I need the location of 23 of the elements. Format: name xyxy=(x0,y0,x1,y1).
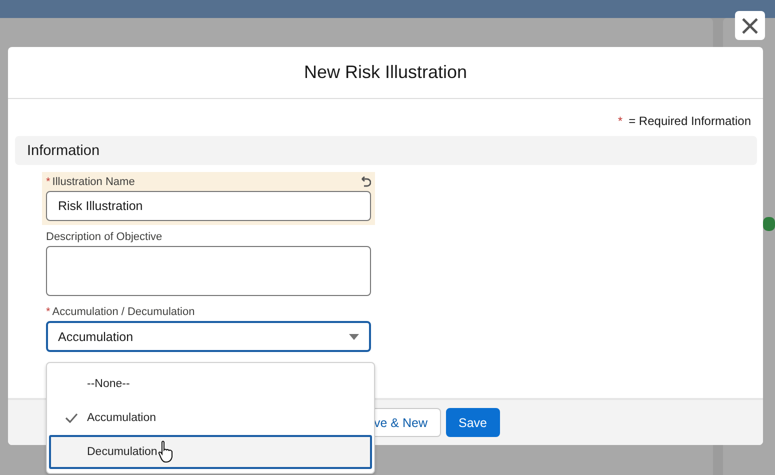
dropdown-arrow-icon xyxy=(349,334,359,340)
dropdown-option[interactable]: Accumulation xyxy=(49,401,372,435)
required-mark: * xyxy=(46,176,50,188)
select-field[interactable]: Accumulation xyxy=(46,321,371,352)
hand-cursor-icon xyxy=(158,440,175,463)
required-mark: * xyxy=(618,114,623,128)
field-label: Description of Objective xyxy=(46,231,162,243)
required-mark: * xyxy=(46,306,50,318)
modal-title: New Risk Illustration xyxy=(304,62,468,83)
field-label: Accumulation / Decumulation xyxy=(52,306,195,318)
required-note: = Required Information xyxy=(628,114,751,128)
text-field[interactable]: Risk Illustration xyxy=(46,191,371,221)
undo-icon[interactable] xyxy=(359,176,371,188)
close-icon xyxy=(742,18,758,34)
dropdown-option[interactable]: Decumulation xyxy=(49,435,372,469)
text-area[interactable] xyxy=(46,246,371,296)
field-label: Illustration Name xyxy=(52,176,135,188)
section-header[interactable]: Information xyxy=(15,136,757,165)
close-button[interactable] xyxy=(735,11,765,40)
check-icon xyxy=(64,413,78,423)
dropdown-option[interactable]: --None-- xyxy=(49,367,372,401)
save-button[interactable]: Save xyxy=(446,408,500,437)
status-badge xyxy=(763,217,775,231)
